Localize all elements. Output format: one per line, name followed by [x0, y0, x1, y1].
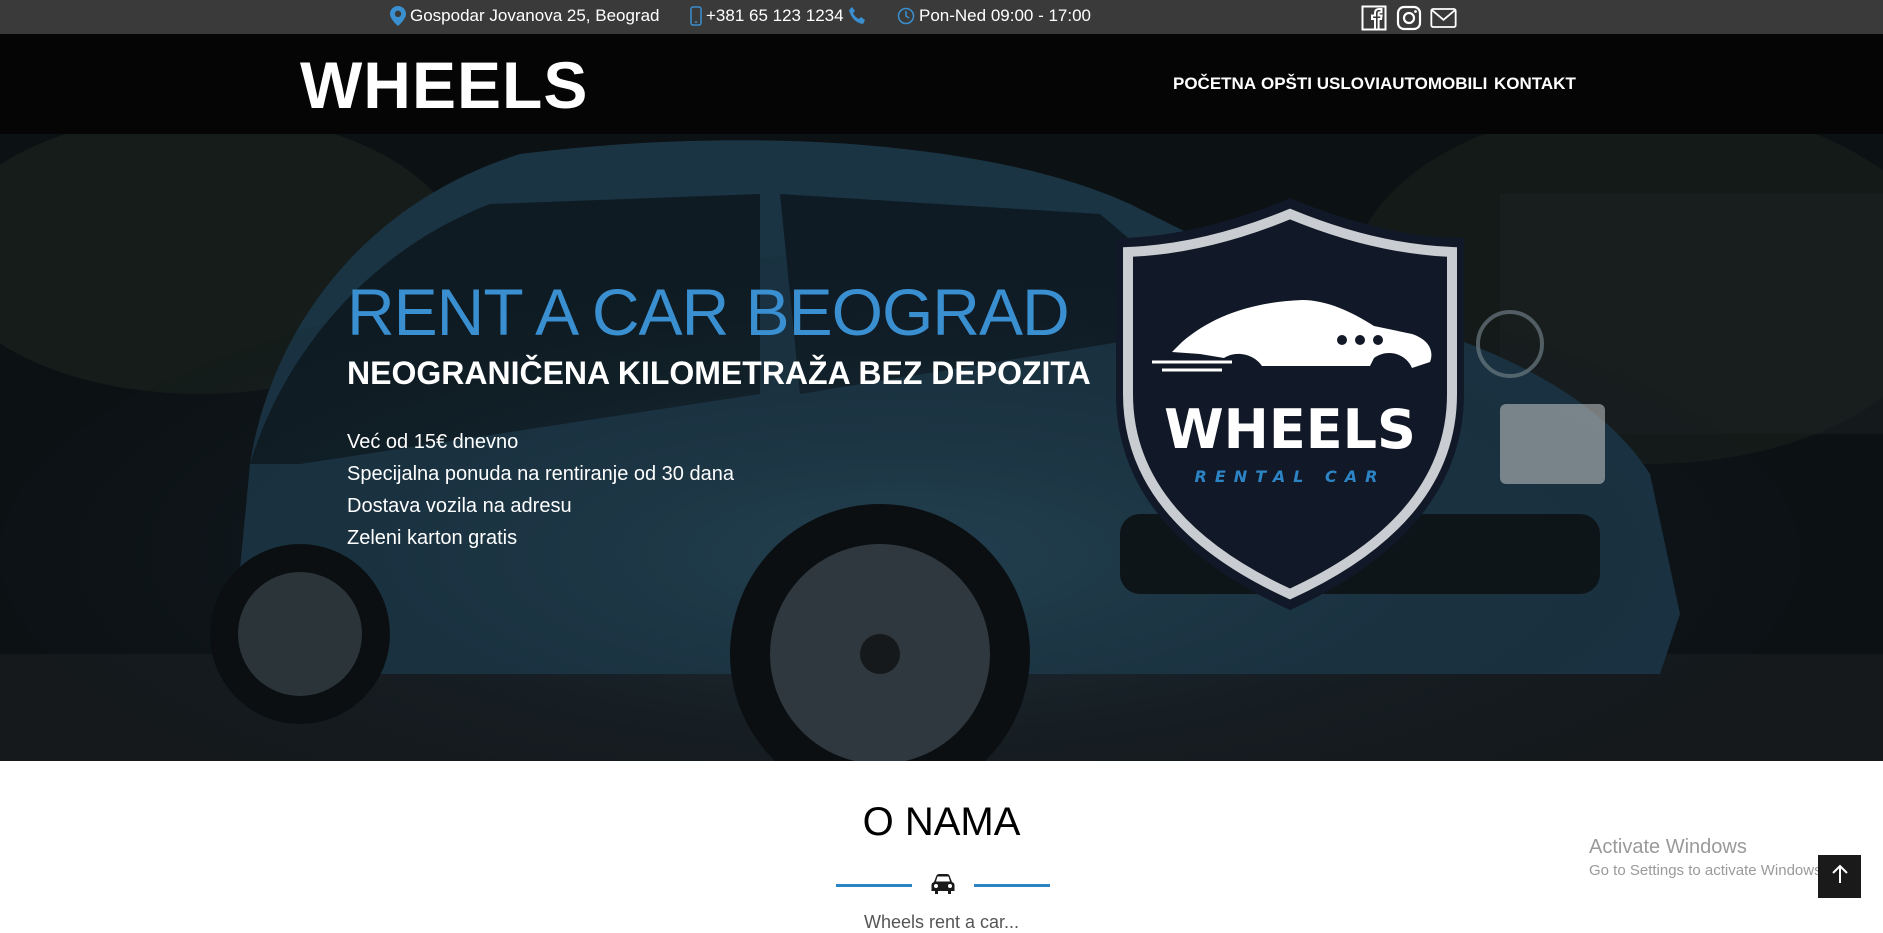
about-intro-text: Wheels rent a car...	[863, 912, 1020, 932]
address-text: Gospodar Jovanova 25, Beograd	[410, 6, 660, 25]
brand-logo[interactable]: WHEELS	[300, 52, 588, 118]
feature-item: Specijalna ponuda na rentiranje od 30 da…	[347, 463, 734, 485]
scroll-to-top-button[interactable]	[1818, 855, 1861, 898]
hero-feature-list: Već od 15€ dnevno Specijalna ponuda na r…	[347, 426, 734, 554]
hours-info: Pon-Ned 09:00 - 17:00	[897, 6, 1091, 26]
hero-subtitle: NEOGRANIČENA KILOMETRAŽA BEZ DEPOZITA	[347, 355, 1091, 391]
nav-item-automobili[interactable]: AUTOMOBILI	[1380, 74, 1487, 94]
feature-item: Već od 15€ dnevno	[347, 431, 519, 453]
hero-title: RENT A CAR BEOGRAD	[347, 275, 1070, 349]
phone-info[interactable]: +381 65 123 1234	[690, 6, 868, 26]
instagram-icon[interactable]	[1395, 4, 1422, 31]
social-links	[1360, 4, 1457, 31]
mail-icon[interactable]	[1430, 4, 1457, 31]
shield-tagline-text: RENTAL CAR	[1195, 467, 1386, 486]
title-divider	[836, 872, 1050, 902]
feature-item: Zeleni karton gratis	[347, 527, 518, 549]
divider-line-left	[836, 884, 912, 887]
wheels-shield-logo: WHEELS RENTAL CAR	[1116, 198, 1464, 610]
car-icon	[930, 872, 956, 901]
activate-subtitle: Go to Settings to activate Windows.	[1589, 862, 1826, 879]
hero-section: RENT A CAR BEOGRAD NEOGRANIČENA KILOMETR…	[0, 134, 1883, 761]
phone-text[interactable]: +381 65 123 1234	[706, 6, 844, 26]
clock-icon	[897, 7, 915, 25]
nav-item-pocetna[interactable]: POČETNA	[1173, 74, 1256, 94]
location-pin-icon	[390, 6, 406, 26]
facebook-icon[interactable]	[1360, 4, 1387, 31]
feature-item: Dostava vozila na adresu	[347, 495, 572, 517]
activate-windows-watermark: Activate Windows Go to Settings to activ…	[1589, 836, 1826, 879]
nav-item-kontakt[interactable]: KONTAKT	[1494, 74, 1576, 94]
shield-brand-text: WHEELS	[1164, 398, 1416, 461]
mobile-phone-icon	[690, 6, 702, 26]
activate-title: Activate Windows	[1589, 836, 1747, 858]
hero-car-background	[0, 134, 1883, 761]
phone-icon	[848, 6, 868, 26]
top-info-bar: Gospodar Jovanova 25, Beograd +381 65 12…	[0, 0, 1883, 34]
divider-line-right	[974, 884, 1050, 887]
main-navbar: WHEELS POČETNA OPŠTI USLOVI AUTOMOBILI K…	[0, 34, 1883, 134]
nav-item-opsti-uslovi[interactable]: OPŠTI USLOVI	[1261, 74, 1380, 94]
arrow-up-icon	[1831, 864, 1849, 889]
hours-text: Pon-Ned 09:00 - 17:00	[919, 6, 1092, 25]
address-info: Gospodar Jovanova 25, Beograd	[390, 6, 660, 26]
